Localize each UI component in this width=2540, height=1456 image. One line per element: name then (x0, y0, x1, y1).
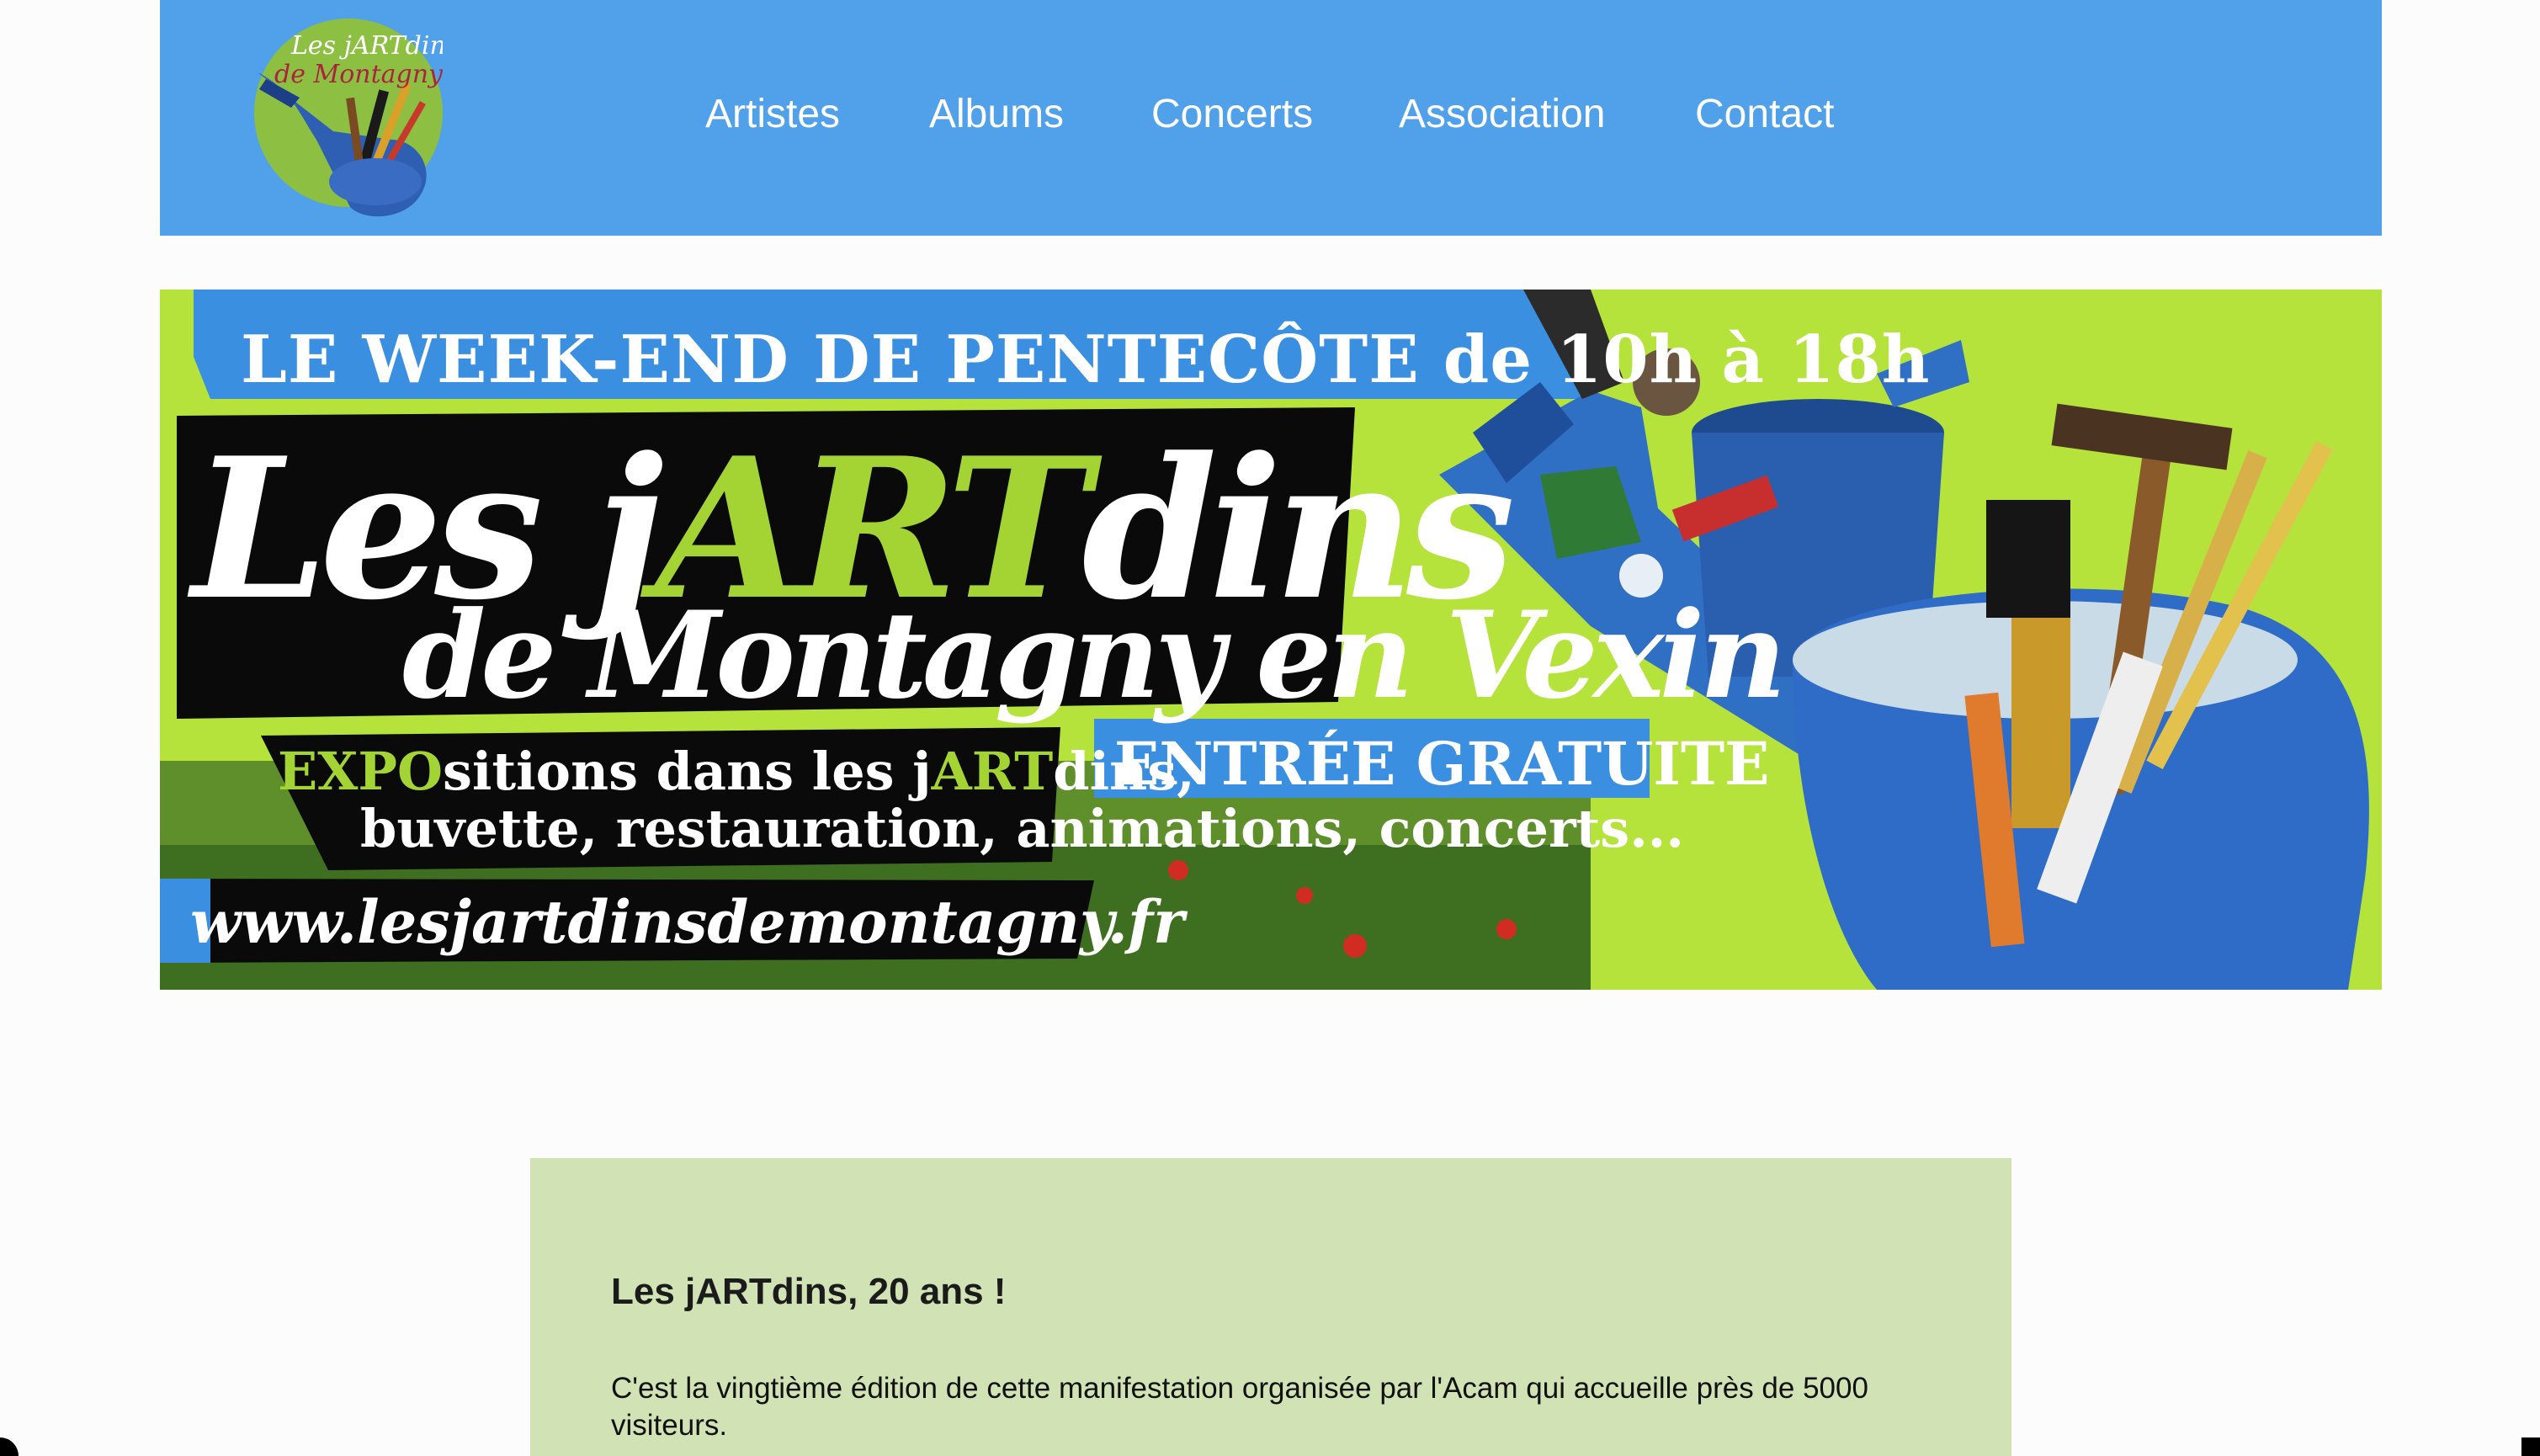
hero-banner: LE WEEK-END DE PENTECÔTE de 10h à 18h Le… (160, 290, 2382, 990)
banner-url: www.lesjartdinsdemontagny.fr (190, 887, 1185, 957)
main-nav: Artistes Albums Concerts Association Con… (160, 0, 2382, 236)
window-corner-left (0, 1437, 19, 1456)
nav-item-artistes[interactable]: Artistes (705, 91, 840, 137)
site-header: Les jARTdins de Montagny Artistes Albums… (160, 0, 2382, 236)
banner-badge: ENTRÉE GRATUITE (1114, 729, 1770, 799)
banner-line1-end: dins, (1053, 741, 1195, 802)
article-title: Les jARTdins, 20 ans ! (611, 1271, 1007, 1312)
banner-top-line: LE WEEK-END DE PENTECÔTE de 10h à 18h (241, 321, 1931, 398)
nav-item-albums[interactable]: Albums (929, 91, 1064, 137)
article-body: C'est la vingtième édition de cette mani… (611, 1372, 1868, 1442)
nav-item-association[interactable]: Association (1399, 91, 1605, 137)
window-corner-right (2521, 1437, 2540, 1456)
banner-line-1: EXPOsitions dans les jARTdins, (278, 741, 1195, 802)
article-card: Les jARTdins, 20 ans ! C'est la vingtièm… (530, 1158, 2011, 1456)
banner-line1-highlight2: ART (931, 741, 1054, 802)
banner-line-2: buvette, restauration, animations, conce… (360, 798, 1684, 859)
banner-subtitle: de Montagny en Vexin (402, 586, 1787, 725)
banner-line1-highlight: EXPO (278, 741, 443, 802)
nav-item-contact[interactable]: Contact (1695, 91, 1834, 137)
banner-line1-rest: sitions dans les j (443, 741, 932, 802)
nav-item-concerts[interactable]: Concerts (1151, 91, 1313, 137)
